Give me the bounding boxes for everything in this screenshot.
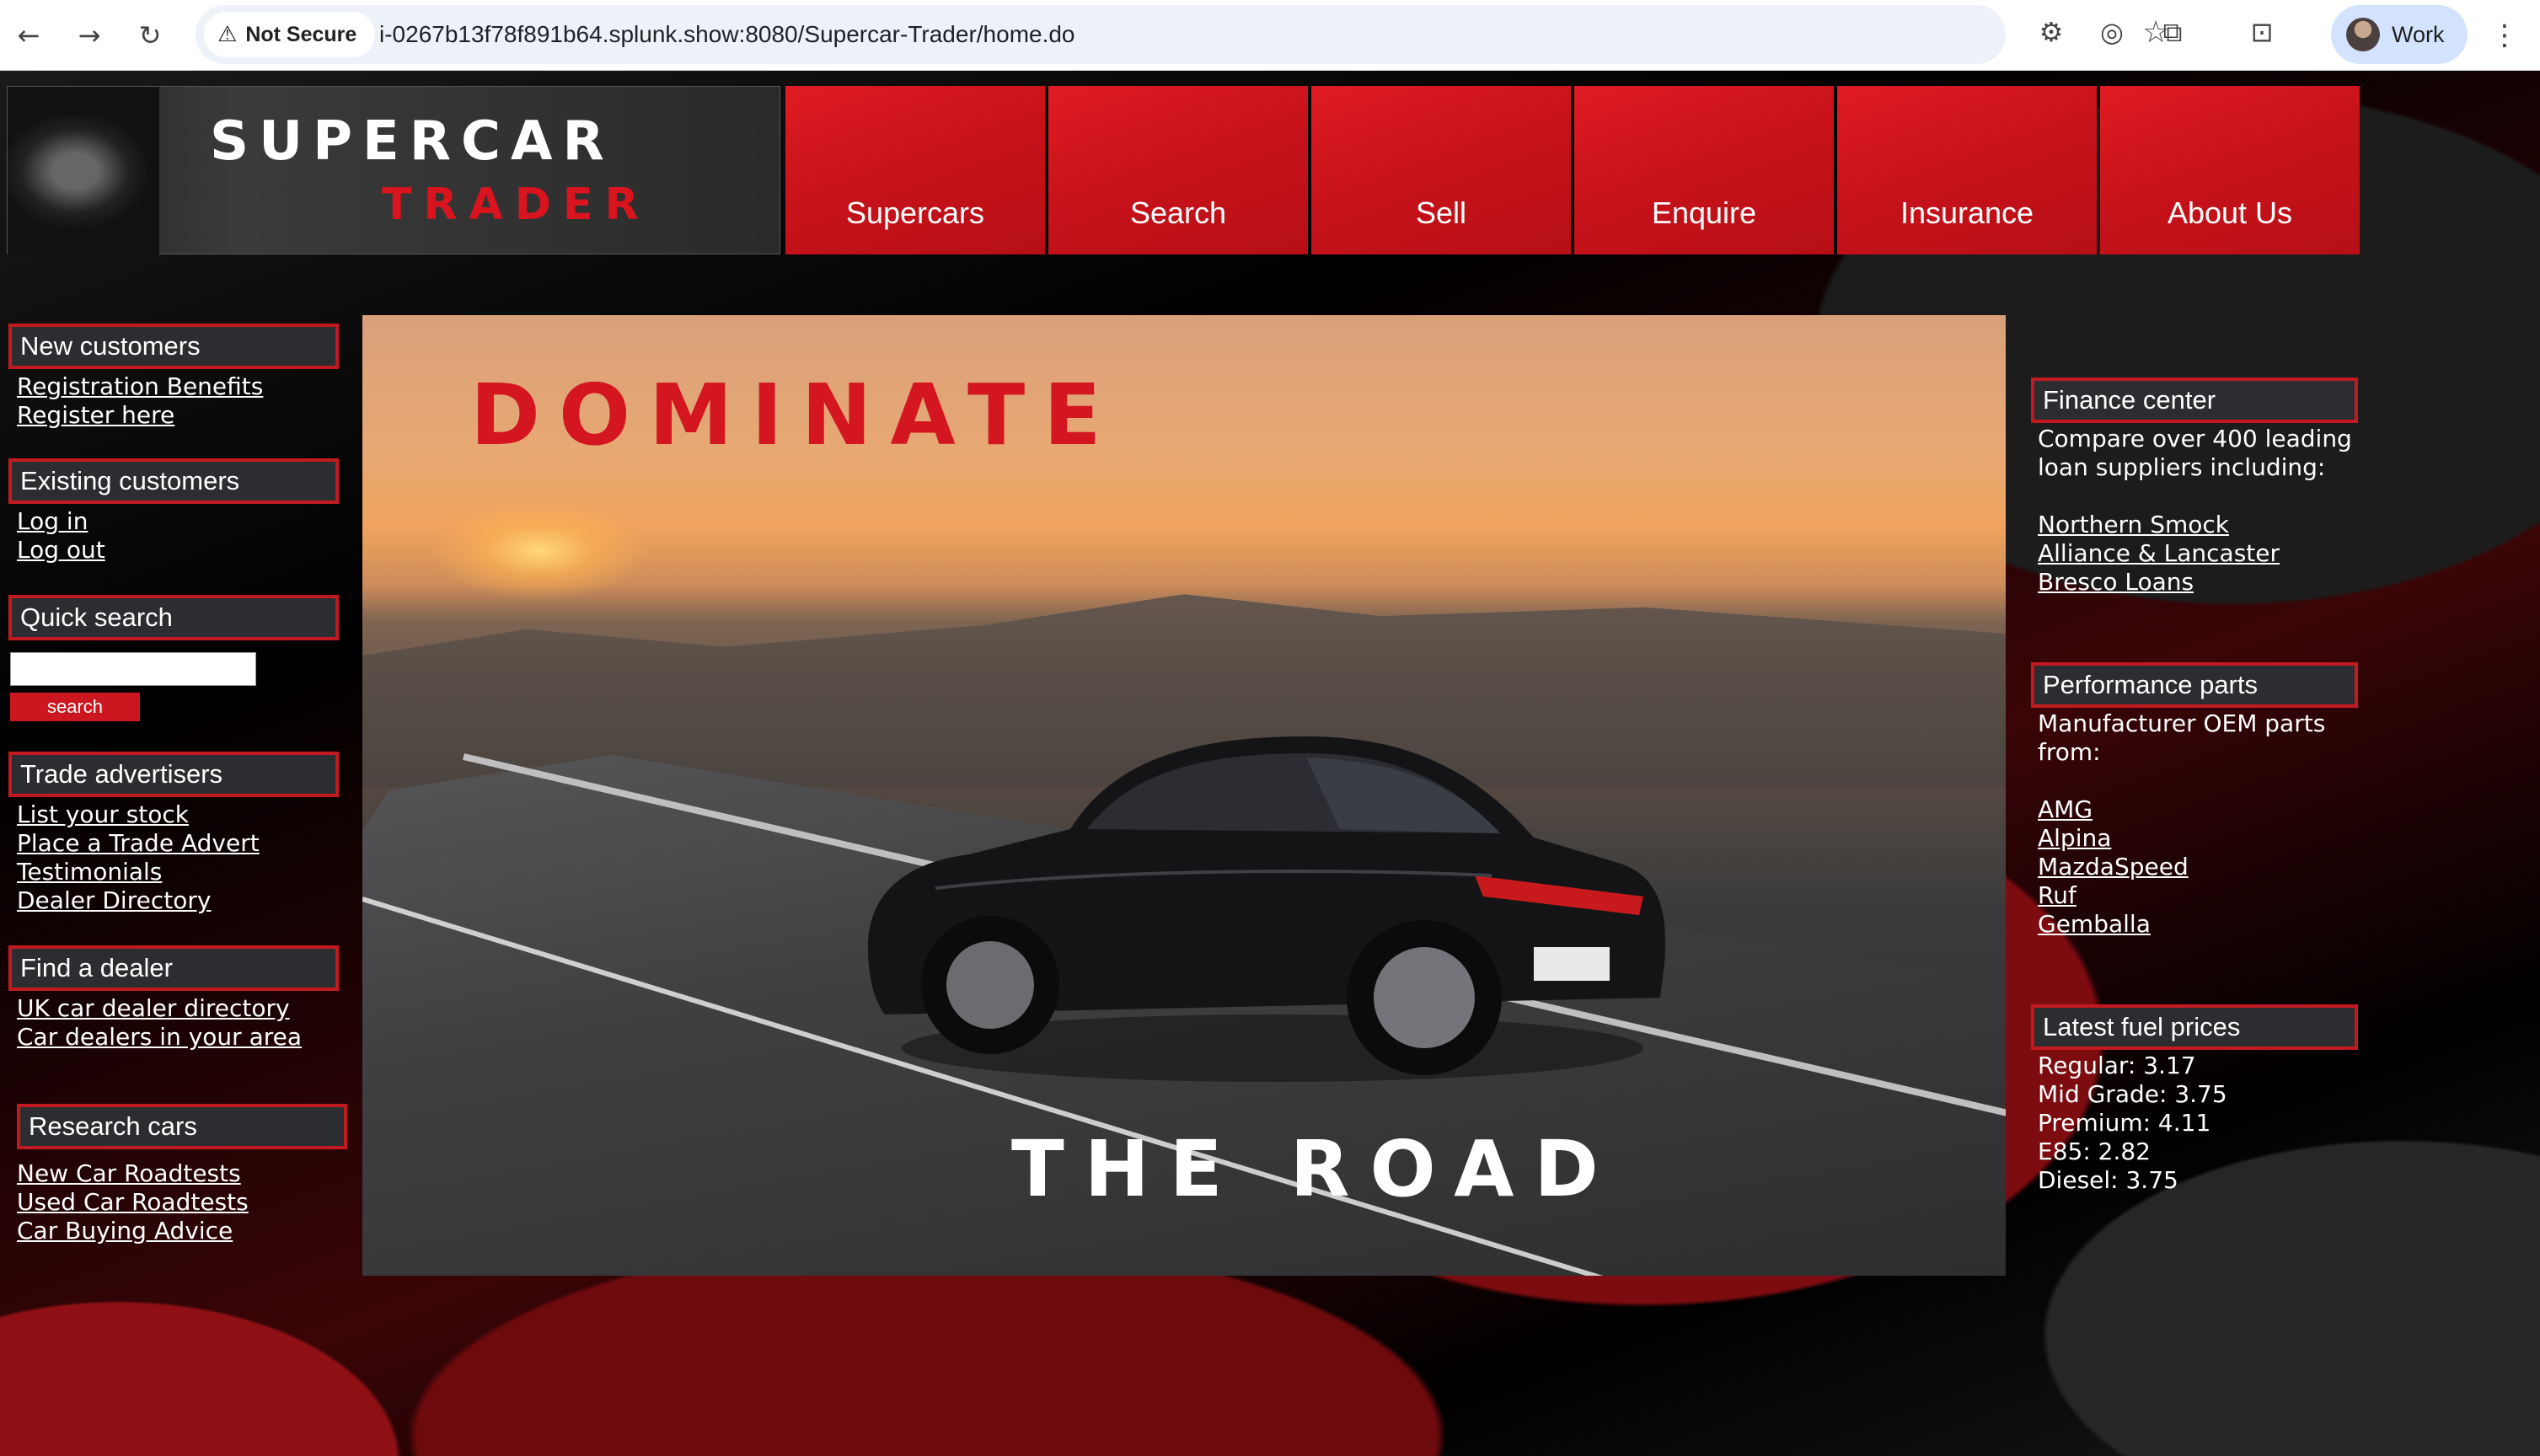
fuel-price-premium: Premium: 4.11 [2038,1109,2211,1137]
log-in-link[interactable]: Log in [17,507,88,536]
research-cars-header: Research cars [17,1104,347,1149]
performance-parts-header: Performance parts [2031,662,2358,708]
avatar [2346,18,2380,51]
existing-customers-header: Existing customers [8,458,339,504]
forward-icon[interactable]: → [66,12,113,59]
trade-advertisers-header: Trade advertisers [8,752,339,797]
site-logo[interactable]: SUPERCAR TRADER [7,86,780,255]
register-here-link[interactable]: Register here [17,401,174,430]
list-your-stock-link[interactable]: List your stock [17,800,189,829]
extensions-puzzle-icon[interactable]: ⧉ [2154,13,2191,51]
ruf-link[interactable]: Ruf [2038,881,2076,910]
hero-banner: DOMINATE THE ROAD [362,315,2006,1276]
tab-search-icon[interactable]: ⊡ [2243,13,2280,51]
northern-smock-link[interactable]: Northern Smock [2038,511,2229,539]
finance-text-1: Compare over 400 leading [2038,425,2352,452]
warning-icon: ⚠ [217,22,238,47]
nav-sell[interactable]: Sell [1311,86,1571,254]
fuel-prices-header: Latest fuel prices [2031,1004,2358,1050]
back-icon[interactable]: ← [5,12,52,59]
logo-text-supercar: SUPERCAR [210,110,614,173]
mazdaspeed-link[interactable]: MazdaSpeed [2038,853,2189,881]
nav-insurance[interactable]: Insurance [1837,86,2097,254]
quick-search-header: Quick search [8,595,339,640]
nav-supercars[interactable]: Supercars [785,86,1045,254]
reload-icon[interactable]: ↻ [126,12,174,59]
uk-dealer-directory-link[interactable]: UK car dealer directory [17,994,290,1023]
hero-sun [430,500,649,602]
registration-benefits-link[interactable]: Registration Benefits [17,372,263,401]
find-dealer-header: Find a dealer [8,945,339,991]
address-bar[interactable]: ⚠ Not Secure i-0267b13f78f891b64.splunk.… [196,5,2169,64]
nav-search[interactable]: Search [1048,86,1308,254]
url-text[interactable]: i-0267b13f78f891b64.splunk.show:8080/Sup… [379,5,1075,64]
fuel-price-mid-grade: Mid Grade: 3.75 [2038,1080,2227,1108]
fuel-price-diesel: Diesel: 3.75 [2038,1166,2178,1194]
alpina-link[interactable]: Alpina [2038,824,2111,853]
quick-search-input[interactable] [10,652,256,686]
bresco-loans-link[interactable]: Bresco Loans [2038,568,2194,597]
fuel-price-regular: Regular: 3.17 [2038,1052,2196,1079]
extension-lens-icon[interactable]: ◎ [2093,13,2130,51]
nav-enquire[interactable]: Enquire [1574,86,1834,254]
car-dealers-area-link[interactable]: Car dealers in your area [17,1023,302,1052]
finance-text-2: loan suppliers including: [2038,453,2326,481]
new-customers-header: New customers [8,324,339,369]
gemballa-link[interactable]: Gemballa [2038,910,2151,939]
logo-car-image [8,87,159,255]
amg-link[interactable]: AMG [2038,795,2093,824]
fuel-price-e85: E85: 2.82 [2038,1138,2151,1165]
performance-text-2: from: [2038,738,2101,766]
hero-title-the-road: THE ROAD [1011,1124,1619,1214]
car-buying-advice-link[interactable]: Car Buying Advice [17,1217,233,1245]
new-car-roadtests-link[interactable]: New Car Roadtests [17,1159,241,1188]
logo-text-trader: TRADER [382,179,651,230]
page: SUPERCAR TRADER Supercars Search Sell En… [0,71,2540,1456]
testimonials-link[interactable]: Testimonials [17,858,162,886]
performance-text-1: Manufacturer OEM parts [2038,709,2326,737]
profile-label: Work [2392,21,2445,47]
security-label: Not Secure [245,22,357,46]
profile-button[interactable]: Work [2331,5,2468,64]
browser-toolbar: ← → ↻ ⚠ Not Secure i-0267b13f78f891b64.s… [0,0,2540,71]
security-chip[interactable]: ⚠ Not Secure [204,12,376,57]
hero-car-image [868,736,1666,1082]
hero-title-dominate: DOMINATE [470,366,1120,464]
place-trade-advert-link[interactable]: Place a Trade Advert [17,829,260,858]
extension-gear-icon[interactable]: ⚙ [2033,13,2070,51]
nav-about-us[interactable]: About Us [2100,86,2360,254]
quick-search-button[interactable]: search [10,693,140,721]
finance-center-header: Finance center [2031,377,2358,423]
dealer-directory-link[interactable]: Dealer Directory [17,886,211,915]
browser-menu-icon[interactable]: ⋮ [2486,12,2523,59]
log-out-link[interactable]: Log out [17,536,105,565]
main-nav: Supercars Search Sell Enquire Insurance … [785,86,2363,254]
used-car-roadtests-link[interactable]: Used Car Roadtests [17,1188,249,1217]
alliance-lancaster-link[interactable]: Alliance & Lancaster [2038,539,2280,568]
